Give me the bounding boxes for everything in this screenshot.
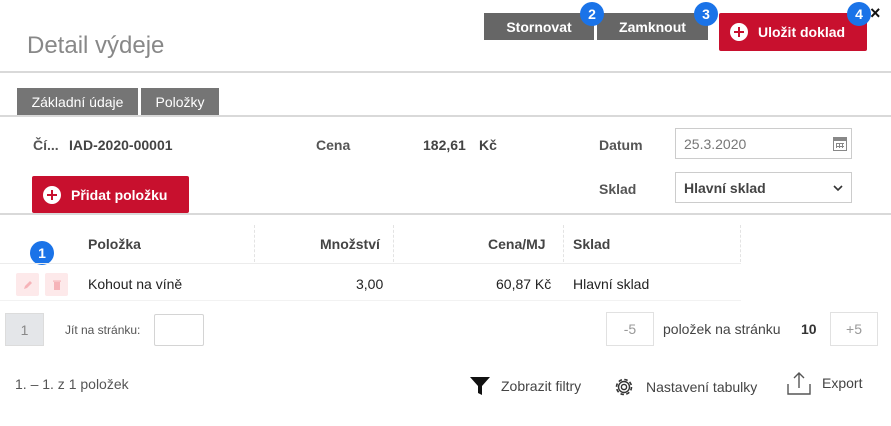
cell-unit-price: 60,87 Kč [496,276,552,292]
page-number: 1 [20,321,29,338]
tab-basic-info-label: Základní údaje [31,93,124,110]
form-divider [0,213,891,215]
page-plus-5-button[interactable]: +5 [830,312,878,346]
column-header-item[interactable]: Položka [88,236,141,252]
save-document-label: Uložit doklad [758,24,846,40]
step-badge-3: 3 [694,2,718,26]
plus-circle-icon [43,185,61,204]
gear-icon [612,375,636,399]
price-label: Cena [316,137,351,153]
edit-row-button[interactable] [16,273,39,296]
date-label: Datum [599,137,643,153]
page-minus-5-button[interactable]: -5 [606,312,654,346]
warehouse-label: Sklad [599,181,637,197]
cancel-button[interactable]: Stornovat [484,13,594,40]
calendar-icon[interactable] [833,137,847,151]
column-separator [393,225,394,262]
goto-page-input[interactable] [154,314,204,346]
lock-button[interactable]: Zamknout [597,13,708,40]
per-page-label: položek na stránku [663,321,781,337]
header-divider [0,71,891,73]
price-value: 182,61 [423,137,466,153]
price-currency: Kč [479,137,497,153]
add-item-label: Přidat položku [71,186,168,203]
cell-quantity: 3,00 [356,276,384,292]
date-field[interactable]: 25.3.2020 [675,128,852,159]
per-page-value[interactable]: 10 [801,321,817,337]
plus-circle-icon [730,23,748,41]
step-badge-4: 4 [847,2,871,26]
chevron-down-icon [833,185,843,192]
column-separator [254,225,255,262]
step-badge-1: 1 [30,241,54,265]
date-field-value: 25.3.2020 [684,135,747,152]
pencil-icon [23,280,32,289]
funnel-icon [469,375,491,397]
save-document-button[interactable]: Uložit doklad [719,13,867,51]
items-summary: 1. – 1. z 1 položek [15,376,129,392]
page-minus-5-label: -5 [623,321,637,337]
show-filters-label: Zobrazit filtry [501,378,582,394]
close-icon[interactable]: × [870,3,881,24]
table-settings-label: Nastavení tabulky [646,379,758,395]
show-filters-button[interactable]: Zobrazit filtry [469,375,581,397]
add-item-button[interactable]: Přidat položku [32,176,189,213]
export-button[interactable]: Export [786,370,862,396]
tab-items-label: Položky [155,93,205,110]
delete-row-button[interactable] [45,273,68,296]
column-separator [563,225,564,262]
cancel-button-label: Stornovat [506,18,572,35]
upload-icon [786,370,812,396]
table-settings-button[interactable]: Nastavení tabulky [612,375,757,399]
table-header-divider [0,263,741,264]
cell-warehouse: Hlavní sklad [573,276,650,292]
page-plus-5-label: +5 [846,321,862,337]
warehouse-select-value: Hlavní sklad [684,179,766,196]
page-button-current[interactable]: 1 [5,313,44,346]
step-badge-2: 2 [580,2,604,26]
document-number-label: Čí... [33,137,59,153]
tab-basic-info[interactable]: Základní údaje [17,88,138,115]
page-title: Detail výdeje [27,32,165,59]
document-number-value: IAD-2020-00001 [69,137,173,153]
column-header-quantity[interactable]: Množství [320,236,380,252]
goto-page-label: Jít na stránku: [65,323,141,337]
warehouse-select[interactable]: Hlavní sklad [675,172,852,203]
export-label: Export [822,375,863,391]
column-header-unit-price[interactable]: Cena/MJ [488,236,546,252]
lock-button-label: Zamknout [619,18,686,35]
tabs-divider [0,115,891,117]
column-separator [740,225,741,262]
table-row-divider [0,300,741,301]
column-header-warehouse[interactable]: Sklad [573,236,610,252]
cell-item: Kohout na víně [88,276,183,292]
tab-items[interactable]: Položky [141,88,219,115]
trash-icon [52,280,61,290]
